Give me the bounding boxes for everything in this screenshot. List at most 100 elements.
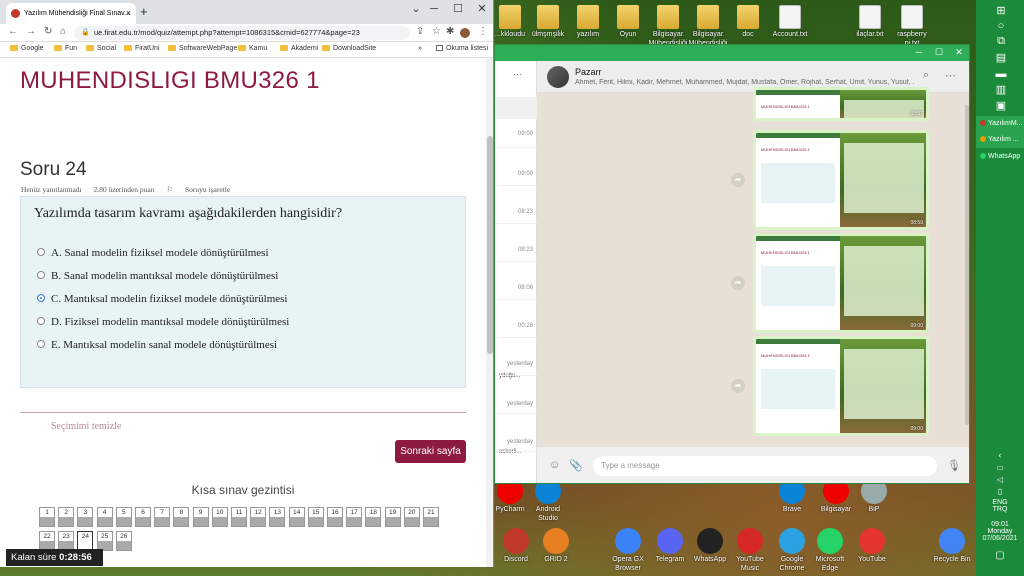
chat-scrollbar[interactable] <box>965 105 969 425</box>
start-icon[interactable]: ⊞ <box>994 5 1008 17</box>
message-input[interactable]: Type a message <box>593 456 937 476</box>
desktop-icon[interactable]: Oyun <box>606 5 650 39</box>
bookmark-item[interactable]: FiratUni <box>124 45 160 52</box>
desktop-icon[interactable]: Bilgisayar Mühendisliği <box>646 5 690 48</box>
answer-option[interactable]: A. Sanal modelin fiziksel modele dönüştü… <box>37 246 269 260</box>
quiz-nav-button[interactable]: 12 <box>250 507 267 527</box>
image-message[interactable]: MUHENDISLIGI BMU326 1 09:00 <box>753 233 929 333</box>
quiz-nav-button[interactable]: 17 <box>346 507 363 527</box>
radio-button[interactable] <box>37 271 45 280</box>
more-options-icon[interactable]: ⋯ <box>945 69 956 82</box>
bookmark-item[interactable]: Fun <box>54 45 77 52</box>
notes-icon[interactable]: ▥ <box>994 84 1008 96</box>
quiz-nav-button[interactable]: 4 <box>96 507 113 527</box>
new-tab-button[interactable]: + <box>140 4 148 19</box>
lock-icon[interactable]: 🔒 <box>81 26 90 40</box>
desktop-icon[interactable]: yazılım <box>566 5 610 39</box>
clear-choice-link[interactable]: Seçimimi temizle <box>51 421 121 432</box>
clock-time[interactable]: 09:01 <box>976 521 1024 528</box>
desktop-icon[interactable]: GRID 2 <box>534 528 578 564</box>
desktop-icon[interactable]: ülmşmşilik <box>526 5 570 39</box>
quiz-nav-button[interactable]: 25 <box>96 531 113 551</box>
bookmark-item[interactable]: Akademi <box>280 45 318 52</box>
bookmarks-more-button[interactable]: » <box>418 45 422 52</box>
desktop-icon[interactable]: Discord <box>494 528 538 564</box>
search-icon[interactable]: ⌕ <box>923 69 929 82</box>
forward-icon[interactable]: ➦ <box>731 379 745 393</box>
more-options-icon[interactable]: ⋮ <box>478 26 488 37</box>
image-message[interactable]: MUHENDISLIGI BMU326 1 09:00 <box>753 336 929 436</box>
bookmark-item[interactable]: Social <box>86 45 116 52</box>
share-icon[interactable]: ⇪ <box>416 26 424 37</box>
desktop-icon[interactable]: doc <box>726 5 770 39</box>
language-indicator[interactable]: ENG <box>976 499 1024 506</box>
emoji-icon[interactable]: ☺ <box>549 459 560 471</box>
quiz-nav-button[interactable]: 9 <box>192 507 209 527</box>
quiz-nav-button[interactable]: 13 <box>269 507 286 527</box>
desktop-icon[interactable]: Microsoft Edge <box>808 528 852 573</box>
desktop-icon[interactable]: Account.txt <box>768 5 812 39</box>
quiz-nav-button[interactable]: 7 <box>154 507 171 527</box>
maximize-button[interactable]: ☐ <box>929 45 949 61</box>
forward-icon[interactable]: ➦ <box>731 276 745 290</box>
network-icon[interactable]: ▭ <box>976 463 1024 472</box>
folder-icon[interactable]: ▬ <box>994 68 1008 80</box>
radio-button[interactable] <box>37 294 45 303</box>
taskbar-app-quiz[interactable]: YazılımM... <box>976 116 1024 132</box>
answer-option[interactable]: B. Sanal modelin mantıksal modele dönüşt… <box>37 269 278 283</box>
bookmark-item[interactable]: Google <box>10 45 44 52</box>
desktop-icon[interactable]: Android Studio <box>526 478 570 523</box>
answer-option[interactable]: E. Mantıksal modelin sanal modele dönüşt… <box>37 338 277 352</box>
file-explorer-icon[interactable]: ▤ <box>994 52 1008 64</box>
desktop-icon[interactable]: WhatsApp <box>688 528 732 564</box>
menu-icon[interactable]: ⋯ <box>513 69 522 80</box>
address-bar[interactable]: 🔒 ue.firat.edu.tr/mod/quiz/attempt.php?a… <box>74 26 410 40</box>
radio-button[interactable] <box>37 248 45 257</box>
notification-icon[interactable]: ▢ <box>976 550 1024 561</box>
bookmark-item[interactable]: SoftwareWebPage <box>168 45 237 52</box>
desktop-icon[interactable]: Bilgisayar Mühendisliği <box>686 5 730 48</box>
quiz-nav-button[interactable]: 26 <box>115 531 132 551</box>
quiz-nav-button[interactable]: 11 <box>231 507 247 527</box>
quiz-nav-button[interactable]: 10 <box>211 507 228 527</box>
attach-icon[interactable]: 📎 <box>569 459 583 472</box>
volume-icon[interactable]: ◁ <box>976 475 1024 484</box>
quiz-nav-button[interactable]: 15 <box>307 507 324 527</box>
tab-close-icon[interactable]: × <box>126 3 131 24</box>
quiz-nav-button[interactable]: 24 <box>77 531 94 551</box>
store-icon[interactable]: ▣ <box>994 100 1008 112</box>
desktop-icon[interactable]: raspberry pi.txt <box>890 5 934 48</box>
taskbar-app-quiz-2[interactable]: Yazılım ... <box>976 132 1024 148</box>
maximize-button[interactable]: ☐ <box>446 0 470 20</box>
close-button[interactable]: ✕ <box>470 0 493 20</box>
desktop-icon[interactable]: ilaçlar.txt <box>848 5 892 39</box>
home-icon[interactable]: ⌂ <box>60 26 66 37</box>
quiz-nav-button[interactable]: 22 <box>39 531 55 551</box>
search-chats-bar[interactable] <box>495 97 537 119</box>
scrollbar-thumb[interactable] <box>487 136 493 354</box>
reading-list-button[interactable]: Okuma listesi <box>436 45 488 52</box>
back-button[interactable]: ← <box>8 26 18 37</box>
quiz-nav-button[interactable]: 1 <box>39 507 55 527</box>
quiz-nav-button[interactable]: 3 <box>77 507 94 527</box>
next-page-button[interactable]: Sonraki sayfa <box>395 440 466 463</box>
quiz-nav-button[interactable]: 20 <box>403 507 420 527</box>
reload-button[interactable]: ↻ <box>44 26 52 37</box>
search-icon[interactable]: ○ <box>994 20 1008 32</box>
desktop-icon[interactable]: YouTube Music <box>728 528 772 573</box>
taskbar-app-whatsapp[interactable]: WhatsApp <box>976 149 1024 165</box>
radio-button[interactable] <box>37 317 45 326</box>
desktop-icon[interactable]: Opera GX Browser <box>606 528 650 573</box>
quiz-nav-button[interactable]: 19 <box>384 507 401 527</box>
bookmark-item[interactable]: Kamu <box>238 45 267 52</box>
answer-option[interactable]: C. Mantıksal modelin fiziksel modele dön… <box>37 292 287 306</box>
quiz-nav-button[interactable]: 16 <box>327 507 343 527</box>
battery-icon[interactable]: ▯ <box>976 487 1024 496</box>
quiz-nav-button[interactable]: 18 <box>365 507 382 527</box>
desktop-icon[interactable]: YouTube <box>850 528 894 564</box>
image-message[interactable]: MUHENDISLIGI BMU326 1 08:59 <box>753 130 929 230</box>
forward-icon[interactable]: ➦ <box>731 173 745 187</box>
quiz-nav-button[interactable]: 23 <box>58 531 75 551</box>
quiz-nav-button[interactable]: 5 <box>115 507 132 527</box>
minimize-button[interactable]: ─ <box>422 0 446 20</box>
